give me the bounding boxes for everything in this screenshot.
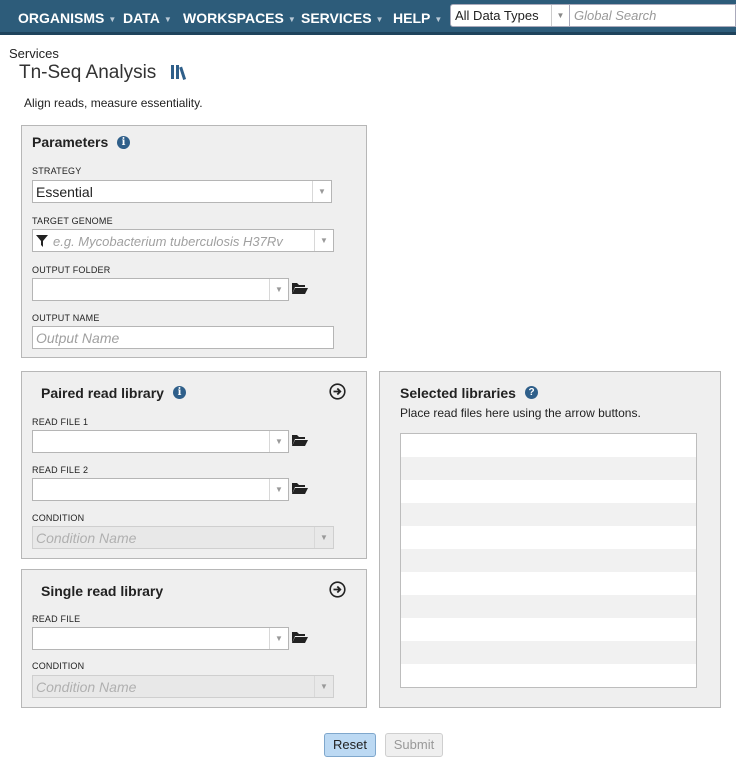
strategy-select[interactable]: Essential ▼ [32, 180, 332, 203]
nav-workspaces[interactable]: WORKSPACES ▼ [183, 10, 296, 26]
list-item [401, 641, 696, 664]
add-arrow-icon[interactable] [329, 383, 346, 400]
help-icon[interactable]: ? [525, 386, 538, 399]
condition-label: CONDITION [32, 513, 85, 523]
list-item [401, 434, 696, 457]
nav-services-label: SERVICES [301, 10, 372, 26]
single-condition-select: Condition Name ▼ [32, 675, 334, 698]
list-item [401, 480, 696, 503]
selected-libraries-hint: Place read files here using the arrow bu… [400, 406, 641, 420]
page-title: Tn-Seq Analysis [19, 62, 157, 83]
output-name-placeholder: Output Name [36, 330, 120, 346]
submit-button[interactable]: Submit [385, 733, 443, 757]
nav-data-label: DATA [123, 10, 160, 26]
add-arrow-icon[interactable] [329, 581, 346, 598]
top-nav-bar: ORGANISMS ▼ DATA ▼ WORKSPACES ▼ SERVICES ▼ H… [0, 0, 736, 35]
paired-condition-placeholder: Condition Name [36, 530, 137, 546]
chevron-down-icon: ▼ [108, 15, 117, 24]
single-library-panel: Single read library READ FILE ▼ CONDITIO… [21, 569, 367, 708]
strategy-label: STRATEGY [32, 166, 82, 176]
list-item [401, 618, 696, 641]
output-name-label: OUTPUT NAME [32, 313, 100, 323]
chevron-down-icon[interactable]: ▼ [269, 628, 288, 649]
selected-libraries-list[interactable] [400, 433, 697, 688]
list-item [401, 503, 696, 526]
filter-icon [36, 235, 48, 247]
target-genome-input[interactable]: e.g. Mycobacterium tuberculosis H37Rv ▼ [32, 229, 334, 252]
read-file-2-input[interactable]: ▼ [32, 478, 289, 501]
reset-button[interactable]: Reset [324, 733, 376, 757]
parameters-panel: Parameters i STRATEGY Essential ▼ TARGET… [21, 125, 367, 358]
library-icon[interactable] [170, 63, 192, 81]
chevron-down-icon[interactable]: ▼ [312, 181, 331, 202]
list-item [401, 572, 696, 595]
read-file-1-input[interactable]: ▼ [32, 430, 289, 453]
chevron-down-icon: ▼ [314, 676, 333, 697]
chevron-down-icon: ▼ [314, 527, 333, 548]
global-search-placeholder: Global Search [574, 8, 657, 23]
output-name-input[interactable]: Output Name [32, 326, 334, 349]
chevron-down-icon: ▼ [287, 15, 296, 24]
read-file-label: READ FILE [32, 614, 81, 624]
data-type-select[interactable]: All Data Types ▼ [450, 4, 570, 27]
target-genome-label: TARGET GENOME [32, 216, 113, 226]
chevron-down-icon: ▼ [163, 15, 172, 24]
parameters-title: Parameters [32, 134, 109, 150]
data-type-select-value: All Data Types [455, 8, 539, 23]
paired-library-panel: Paired read library i READ FILE 1 ▼ READ… [21, 371, 367, 559]
folder-open-icon[interactable] [292, 482, 308, 495]
folder-open-icon[interactable] [292, 631, 308, 644]
chevron-down-icon: ▼ [434, 15, 443, 24]
chevron-down-icon[interactable]: ▼ [269, 479, 288, 500]
nav-workspaces-label: WORKSPACES [183, 10, 284, 26]
chevron-down-icon[interactable]: ▼ [314, 230, 333, 251]
nav-services[interactable]: SERVICES ▼ [301, 10, 383, 26]
breadcrumb[interactable]: Services [9, 46, 59, 61]
info-icon[interactable]: i [117, 136, 130, 149]
read-file-1-label: READ FILE 1 [32, 417, 89, 427]
chevron-down-icon[interactable]: ▼ [269, 279, 288, 300]
paired-library-title: Paired read library [41, 385, 164, 401]
info-icon[interactable]: i [173, 386, 186, 399]
read-file-2-label: READ FILE 2 [32, 465, 89, 475]
list-item [401, 526, 696, 549]
chevron-down-icon[interactable]: ▼ [551, 5, 569, 26]
nav-organisms-label: ORGANISMS [18, 10, 105, 26]
read-file-input[interactable]: ▼ [32, 627, 289, 650]
nav-help-label: HELP [393, 10, 431, 26]
global-search-input[interactable]: Global Search [570, 4, 736, 27]
folder-open-icon[interactable] [292, 282, 308, 295]
folder-open-icon[interactable] [292, 434, 308, 447]
nav-organisms[interactable]: ORGANISMS ▼ [18, 10, 116, 26]
strategy-value: Essential [36, 184, 93, 200]
chevron-down-icon[interactable]: ▼ [269, 431, 288, 452]
target-genome-placeholder: e.g. Mycobacterium tuberculosis H37Rv [53, 234, 283, 249]
paired-condition-select: Condition Name ▼ [32, 526, 334, 549]
page-subtitle: Align reads, measure essentiality. [24, 96, 203, 110]
single-condition-placeholder: Condition Name [36, 679, 137, 695]
list-item [401, 664, 696, 687]
single-library-title: Single read library [41, 583, 164, 599]
output-folder-input[interactable]: ▼ [32, 278, 289, 301]
condition-label: CONDITION [32, 661, 85, 671]
list-item [401, 549, 696, 572]
chevron-down-icon: ▼ [375, 15, 384, 24]
selected-libraries-title: Selected libraries [400, 385, 516, 401]
nav-help[interactable]: HELP ▼ [393, 10, 442, 26]
list-item [401, 595, 696, 618]
nav-data[interactable]: DATA ▼ [123, 10, 172, 26]
list-item [401, 457, 696, 480]
output-folder-label: OUTPUT FOLDER [32, 265, 111, 275]
